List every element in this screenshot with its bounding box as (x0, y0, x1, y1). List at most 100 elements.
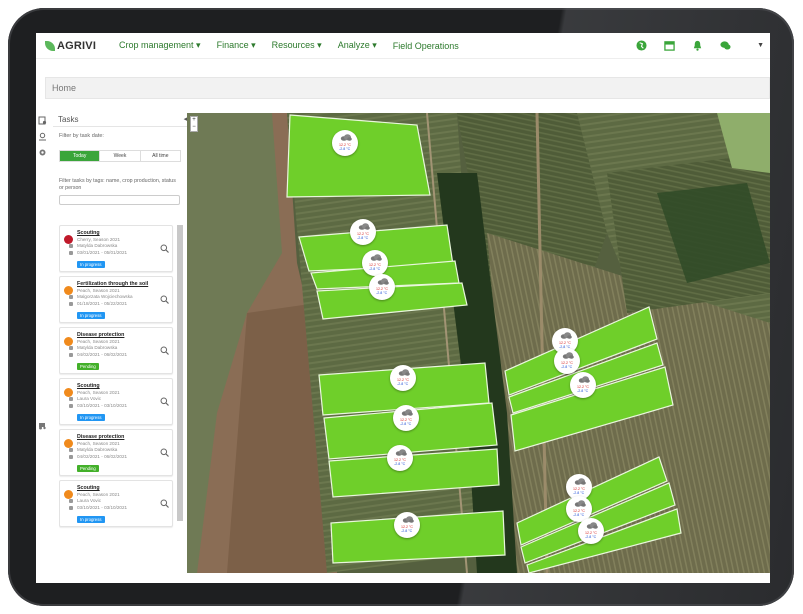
filter-tags-label: Filter tasks by tags: name, crop product… (59, 178, 176, 191)
task-person: Matylda Dabrowska (77, 345, 118, 350)
task-card[interactable]: Disease protection Peach, Season 2021 Maty… (59, 429, 173, 476)
task-card[interactable]: Fertilization through the soil Peach, Sea… (59, 276, 173, 323)
cloud-icon (395, 449, 407, 456)
location-icon[interactable] (38, 132, 47, 141)
weather-marker[interactable]: 12.2 °C -2.8 °C (554, 348, 580, 374)
nav-crop-management[interactable]: Crop management ▾ (119, 40, 201, 51)
task-title[interactable]: Scouting (77, 485, 100, 491)
logo-text: AGRIVI (57, 39, 97, 52)
task-title[interactable]: Fertilization through the soil (77, 281, 148, 287)
temperature-low: -2.8 °C (339, 147, 351, 151)
task-person: Matylda Dabrowska (77, 447, 118, 452)
nav-icon-group: ▼ (619, 39, 764, 51)
filter-date-label: Filter by task date: (59, 133, 104, 139)
zoom-to-field-icon[interactable] (160, 244, 169, 253)
task-card[interactable]: Scouting Cherry, Season 2021 Matylda Dabro… (59, 225, 173, 272)
weather-marker[interactable]: 12.2 °C -2.8 °C (570, 372, 596, 398)
calendar-icon[interactable] (663, 39, 675, 51)
calendar-icon (69, 251, 73, 255)
cloud-icon (578, 376, 590, 383)
chat-icon[interactable] (719, 39, 731, 51)
task-crop: Peach, Season 2021 (77, 339, 120, 344)
scrollbar-thumb[interactable] (177, 225, 183, 521)
cloud-icon (377, 278, 389, 285)
breadcrumb-home[interactable]: Home (52, 83, 76, 93)
nav-resources[interactable]: Resources ▾ (272, 40, 322, 51)
task-title[interactable]: Scouting (77, 230, 100, 236)
task-list: Scouting Cherry, Season 2021 Matylda Dabro… (59, 225, 175, 577)
temperature-low: -2.8 °C (561, 365, 573, 369)
agrivi-logo[interactable]: AGRIVI (45, 40, 111, 52)
weather-marker[interactable]: 12.2 °C -2.8 °C (393, 405, 419, 431)
cloud-icon (398, 369, 410, 376)
task-dates: 04/02/2021 - 06/02/2021 (77, 454, 128, 459)
temperature-low: -2.8 °C (376, 291, 388, 295)
cloud-icon (560, 332, 572, 339)
calendar-icon (69, 404, 73, 408)
filter-all-time-button[interactable]: All time (141, 151, 180, 161)
task-card[interactable]: Scouting Peach, Season 2021 Laura Vovic 03/… (59, 480, 173, 527)
zoom-to-field-icon[interactable] (160, 397, 169, 406)
fruit-icon (64, 235, 73, 244)
chevron-down-icon[interactable]: ▼ (757, 42, 764, 49)
task-dates: 01/18/2021 - 05/22/2021 (77, 301, 128, 306)
zoom-to-field-icon[interactable] (160, 499, 169, 508)
zoom-to-field-icon[interactable] (160, 448, 169, 457)
task-crop: Peach, Season 2021 (77, 441, 120, 446)
task-crop: Peach, Season 2021 (77, 390, 120, 395)
cloud-icon (574, 478, 586, 485)
nav-field-operations[interactable]: Field Operations (393, 41, 459, 51)
temperature-low: -2.8 °C (573, 491, 585, 495)
task-list-scrollbar[interactable] (177, 225, 183, 521)
task-person: Laura Vovic (77, 396, 102, 401)
person-icon (69, 397, 73, 401)
app-screen: AGRIVI Crop management ▾ Finance ▾ Resou… (36, 33, 770, 583)
task-dates: 03/10/2021 - 03/10/2021 (77, 505, 128, 510)
weather-marker[interactable]: 12.2 °C -2.8 °C (350, 219, 376, 245)
temperature-low: -2.8 °C (397, 382, 409, 386)
task-card[interactable]: Scouting Peach, Season 2021 Laura Vovic 03/… (59, 378, 173, 425)
cloud-icon (586, 522, 598, 529)
person-icon (69, 499, 73, 503)
task-title[interactable]: Disease protection (77, 332, 124, 338)
nav-finance[interactable]: Finance ▾ (217, 40, 256, 51)
weather-marker[interactable]: 12.2 °C -2.8 °C (362, 250, 388, 276)
cloud-icon (574, 500, 586, 507)
zoom-to-field-icon[interactable] (160, 346, 169, 355)
task-card[interactable]: Disease protection Peach, Season 2021 Maty… (59, 327, 173, 374)
weather-marker[interactable]: 12.2 °C -2.8 °C (332, 130, 358, 156)
task-crop: Cherry, Season 2021 (77, 237, 121, 242)
side-icon-rail (36, 113, 48, 583)
bell-icon[interactable] (691, 39, 703, 51)
nav-analyze[interactable]: Analyze ▾ (338, 40, 377, 51)
calendar-icon (69, 506, 73, 510)
field-polygon[interactable] (286, 114, 431, 198)
person-icon (69, 346, 73, 350)
zoom-in-button[interactable]: + (191, 117, 197, 124)
task-dates: 03/01/2021 - 05/01/2021 (77, 250, 128, 255)
filter-today-button[interactable]: Today (60, 151, 101, 161)
task-title[interactable]: Scouting (77, 383, 100, 389)
task-title[interactable]: Disease protection (77, 434, 124, 440)
weather-marker[interactable]: 12.2 °C -2.8 °C (578, 518, 604, 544)
weather-marker[interactable]: 12.2 °C -2.8 °C (390, 365, 416, 391)
tag-filter-input[interactable] (59, 195, 180, 205)
date-filter-segmented-control: Today Week All time (59, 150, 181, 162)
tractor-icon[interactable] (38, 421, 47, 430)
globe-icon[interactable] (635, 39, 647, 51)
satellite-map[interactable]: + − 12.2 °C -2.8 °C 12.2 °C -2.8 °C 12.2 °C -… (187, 113, 770, 573)
gear-icon[interactable] (38, 148, 47, 157)
zoom-out-button[interactable]: − (191, 124, 197, 131)
fruit-icon (64, 490, 73, 499)
clipboard-icon[interactable] (38, 116, 47, 125)
task-person: Matylda Dabrowska (77, 243, 118, 248)
filter-week-button[interactable]: Week (100, 151, 141, 161)
cloud-icon (370, 254, 382, 261)
weather-marker[interactable]: 12.2 °C -2.8 °C (394, 512, 420, 538)
weather-marker[interactable]: 12.2 °C -2.8 °C (387, 445, 413, 471)
status-badge: Pending (77, 465, 99, 472)
zoom-to-field-icon[interactable] (160, 295, 169, 304)
weather-marker[interactable]: 12.2 °C -2.8 °C (369, 274, 395, 300)
task-dates: 03/10/2021 - 03/10/2021 (77, 403, 128, 408)
task-person: Laura Vovic (77, 498, 102, 503)
